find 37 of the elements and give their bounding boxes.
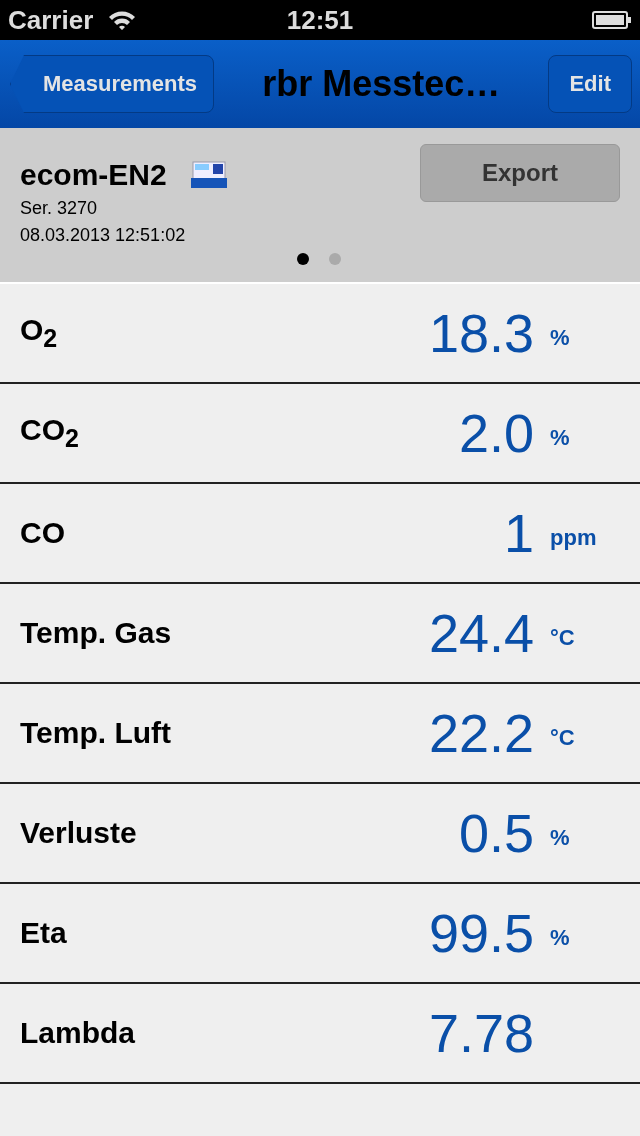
carrier-name: Carrier	[8, 4, 94, 36]
analyzer-icon	[188, 160, 229, 190]
measurement-unit: ppm	[550, 525, 597, 550]
measurement-label: Temp. Luft	[20, 716, 173, 750]
battery-icon	[592, 11, 632, 29]
measurement-label: O$_{2}$	[20, 313, 59, 353]
measurement-value: 22.2	[428, 702, 534, 764]
measurement-label: Temp. Gas	[20, 616, 173, 650]
measurement-unit: %	[550, 825, 570, 850]
measurement-value: 18.3	[428, 302, 534, 364]
wifi-icon	[107, 9, 138, 31]
measurement-unit: °C	[550, 625, 575, 650]
export-button[interactable]: Export	[420, 144, 620, 202]
measurement-label: CO	[20, 516, 66, 550]
device-name: ecom-EN2	[20, 158, 167, 192]
measurement-value: 7.78	[428, 1002, 534, 1064]
measurement-label: CO$_{2}$	[20, 413, 80, 453]
timestamp: 08.03.2013 12:51:02	[20, 225, 187, 246]
nav-title: rbr Messtec…	[261, 63, 502, 105]
page-dot[interactable]	[297, 253, 309, 265]
measurement-value: 0.5	[458, 802, 534, 864]
measurement-value: 2.0	[458, 402, 534, 464]
measurement-unit: %	[550, 325, 570, 350]
measurement-unit: %	[550, 925, 570, 950]
measurement-value: 99.5	[428, 902, 534, 964]
measurement-unit: °C	[550, 725, 575, 750]
measurement-label: Lambda	[20, 1016, 137, 1050]
measurement-label: Verluste	[20, 816, 138, 850]
measurement-label: Eta	[20, 916, 68, 950]
measurement-value: 1	[503, 502, 534, 564]
back-button[interactable]: Measurements	[10, 55, 215, 113]
edit-button[interactable]: Edit	[548, 55, 632, 113]
page-dot[interactable]	[329, 253, 341, 265]
measurement-value: 24.4	[428, 602, 534, 664]
measurement-unit: %	[550, 425, 570, 450]
status-time: 12:51	[286, 4, 354, 36]
serial-number: Ser. 3270	[20, 198, 99, 219]
